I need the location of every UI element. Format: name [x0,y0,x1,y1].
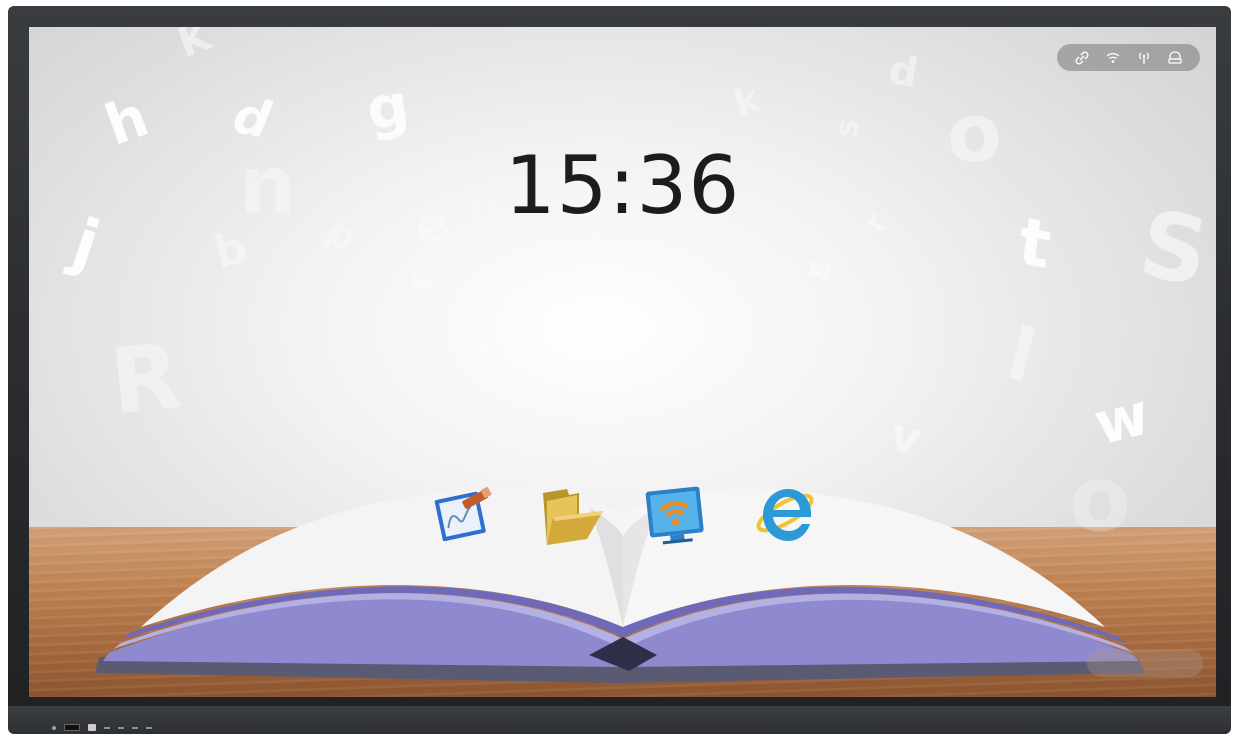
panel-button [132,726,138,729]
whiteboard-app-icon[interactable] [432,481,492,547]
bezel-bottom-strip [8,706,1231,734]
link-icon[interactable] [1074,50,1090,66]
clock-display: 15:36 [504,139,741,232]
sidebar-drawer-handle[interactable] [1087,649,1203,677]
power-indicator [52,725,56,730]
usb-port [88,724,96,731]
screen-share-app-icon[interactable] [644,483,704,549]
internet-explorer-icon [756,489,814,541]
browser-app-icon[interactable] [753,477,814,543]
file-manager-app-icon[interactable] [539,483,603,549]
status-bar [1057,44,1200,71]
panel-button [146,726,152,729]
front-panel-buttons [52,724,152,731]
panel-button [104,726,110,729]
usb-drive-icon[interactable] [1167,50,1183,66]
screen-share-icon [645,486,704,545]
home-screen: h d g n j b p e u k r R k s o s r t S w … [29,27,1216,697]
hdmi-port [64,724,80,731]
panel-button [118,726,124,729]
hotspot-icon[interactable] [1136,50,1152,66]
whiteboard-icon [434,486,492,542]
wifi-icon[interactable] [1105,50,1121,66]
open-book [95,488,1145,683]
folder-icon [543,489,603,545]
